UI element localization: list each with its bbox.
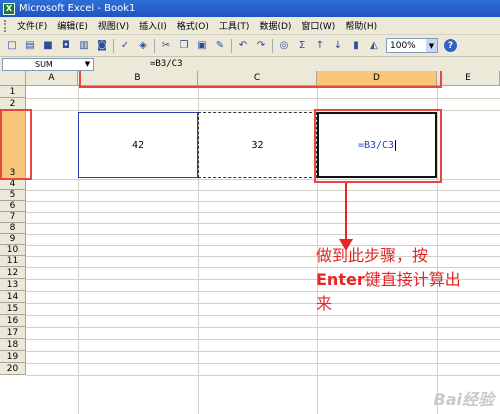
row-header-20[interactable]: 20 xyxy=(0,363,26,375)
gridline xyxy=(26,234,500,235)
menu-bar: 文件(F) 编辑(E) 视图(V) 插入(I) 格式(O) 工具(T) 数据(D… xyxy=(0,17,500,35)
menu-data[interactable]: 数据(D) xyxy=(254,19,296,32)
row-header-6[interactable]: 6 xyxy=(0,201,26,212)
menu-grip xyxy=(4,19,8,32)
cell-c3[interactable]: 32 xyxy=(198,112,317,178)
menu-format[interactable]: 格式(O) xyxy=(172,19,214,32)
gridline xyxy=(26,351,500,352)
excel-icon: X xyxy=(3,2,15,15)
menu-file[interactable]: 文件(F) xyxy=(12,19,52,32)
cell-b3[interactable]: 42 xyxy=(78,112,198,178)
menu-insert[interactable]: 插入(I) xyxy=(134,19,172,32)
menu-help[interactable]: 帮助(H) xyxy=(340,19,382,32)
hyperlink-icon[interactable]: ◎ xyxy=(277,39,291,53)
sort-descending-icon[interactable]: ↓ xyxy=(331,39,345,53)
drawing-icon[interactable]: ◭ xyxy=(367,39,381,53)
row-header-16[interactable]: 16 xyxy=(0,315,26,327)
gridline xyxy=(26,190,500,191)
gridline xyxy=(26,363,500,364)
arrow-down-icon xyxy=(339,183,353,251)
enter-key-label: Enter xyxy=(316,270,365,289)
window-title: Microsoft Excel - Book1 xyxy=(19,3,136,14)
paste-icon[interactable]: ▣ xyxy=(195,39,209,53)
row-header-1[interactable]: 1 xyxy=(0,86,26,98)
standard-toolbar: □ ▤ ■ ◘ ▥ ◙ ✓ ◈ ✂ ❐ ▣ ✎ ↶ ↷ ◎ Σ ↑ ↓ ▮ ◭ … xyxy=(0,35,500,57)
row-header-8[interactable]: 8 xyxy=(0,223,26,234)
copy-icon[interactable]: ❐ xyxy=(177,39,191,53)
row-header-9[interactable]: 9 xyxy=(0,234,26,245)
new-icon[interactable]: □ xyxy=(5,39,19,53)
toolbar-separator xyxy=(272,38,273,53)
highlight-row-3 xyxy=(0,109,32,180)
sort-ascending-icon[interactable]: ↑ xyxy=(313,39,327,53)
row-header-12[interactable]: 12 xyxy=(0,267,26,279)
autosum-icon[interactable]: Σ xyxy=(295,39,309,53)
gridline xyxy=(26,212,500,213)
toolbar-separator xyxy=(154,38,155,53)
gridline xyxy=(26,339,500,340)
toolbar-separator xyxy=(113,38,114,53)
redo-icon[interactable]: ↷ xyxy=(254,39,268,53)
chart-wizard-icon[interactable]: ▮ xyxy=(349,39,363,53)
open-icon[interactable]: ▤ xyxy=(23,39,37,53)
row-header-17[interactable]: 17 xyxy=(0,327,26,339)
row-header-13[interactable]: 13 xyxy=(0,279,26,291)
research-icon[interactable]: ◈ xyxy=(136,39,150,53)
name-box[interactable]: SUM ▼ xyxy=(2,57,94,71)
highlight-cell-d3 xyxy=(314,109,442,183)
toolbar-separator xyxy=(231,38,232,53)
row-header-15[interactable]: 15 xyxy=(0,303,26,315)
menu-tools[interactable]: 工具(T) xyxy=(214,19,255,32)
worksheet-grid[interactable]: A B C D E 1 2 3 4 5 6 7 8 9 10 11 12 13 … xyxy=(0,71,500,414)
chevron-down-icon[interactable]: ▼ xyxy=(82,59,93,70)
row-header-7[interactable]: 7 xyxy=(0,212,26,223)
instruction-annotation: 做到此步骤，按 Enter键直接计算出 来 xyxy=(316,244,500,316)
row-header-11[interactable]: 11 xyxy=(0,256,26,267)
gridline xyxy=(26,201,500,202)
menu-edit[interactable]: 编辑(E) xyxy=(52,19,93,32)
annotation-line-2: Enter键直接计算出 xyxy=(316,268,500,292)
row-header-5[interactable]: 5 xyxy=(0,190,26,201)
formula-input[interactable]: =B3/C3 xyxy=(150,59,183,69)
select-all-corner[interactable] xyxy=(0,71,26,86)
chevron-down-icon[interactable]: ▼ xyxy=(426,39,437,52)
menu-view[interactable]: 视图(V) xyxy=(93,19,134,32)
menu-window[interactable]: 窗口(W) xyxy=(296,19,340,32)
column-header-a[interactable]: A xyxy=(26,71,78,86)
gridline xyxy=(26,98,500,99)
print-preview-icon[interactable]: ◙ xyxy=(95,39,109,53)
annotation-line-2-rest: 键直接计算出 xyxy=(364,270,461,289)
highlight-column-headers xyxy=(79,71,442,88)
row-header-19[interactable]: 19 xyxy=(0,351,26,363)
name-box-value: SUM xyxy=(35,59,53,69)
format-painter-icon[interactable]: ✎ xyxy=(213,39,227,53)
gridline xyxy=(26,327,500,328)
help-icon[interactable]: ? xyxy=(444,39,457,52)
annotation-line-1: 做到此步骤，按 xyxy=(316,246,429,265)
gridline xyxy=(26,223,500,224)
annotation-line-3: 来 xyxy=(316,294,333,313)
row-header-18[interactable]: 18 xyxy=(0,339,26,351)
gridline xyxy=(26,375,500,376)
permission-icon[interactable]: ◘ xyxy=(59,39,73,53)
zoom-value: 100% xyxy=(390,40,416,51)
spelling-icon[interactable]: ✓ xyxy=(118,39,132,53)
save-icon[interactable]: ■ xyxy=(41,39,55,53)
title-bar: X Microsoft Excel - Book1 xyxy=(0,0,500,17)
zoom-select[interactable]: 100% ▼ xyxy=(386,38,438,53)
watermark-logo: Bai经验 xyxy=(433,390,494,409)
row-header-14[interactable]: 14 xyxy=(0,291,26,303)
column-header-e[interactable]: E xyxy=(437,71,500,86)
row-header-10[interactable]: 10 xyxy=(0,245,26,256)
undo-icon[interactable]: ↶ xyxy=(236,39,250,53)
print-icon[interactable]: ▥ xyxy=(77,39,91,53)
formula-bar: SUM ▼ =B3/C3 xyxy=(0,57,500,71)
cut-icon[interactable]: ✂ xyxy=(159,39,173,53)
row-header-4[interactable]: 4 xyxy=(0,179,26,190)
